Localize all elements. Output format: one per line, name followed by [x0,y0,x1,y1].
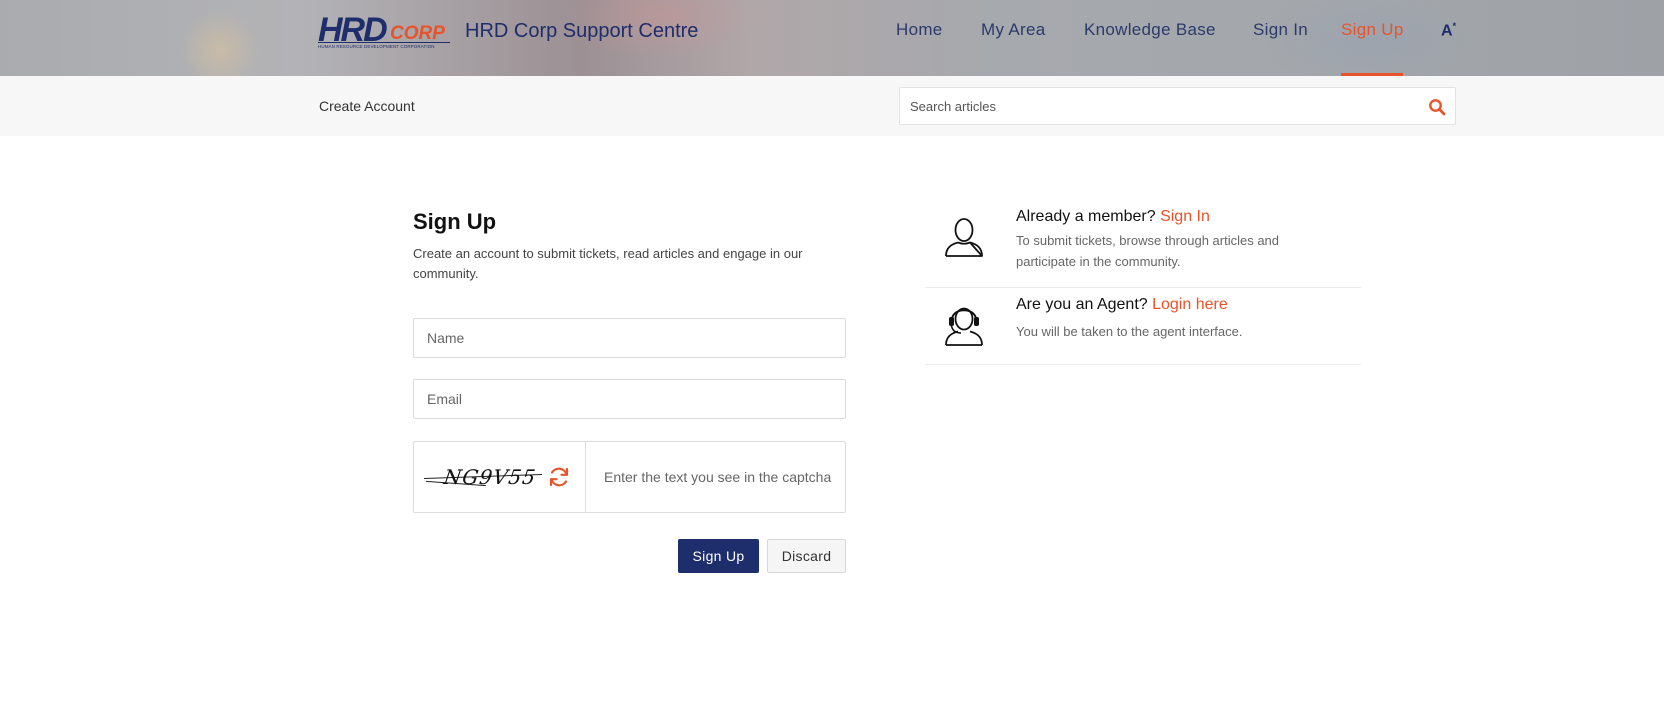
language-icon-letter: A [1441,22,1453,40]
sign-in-link[interactable]: Sign In [1160,208,1210,225]
agent-info-row: Are you an Agent? Login here You will be… [925,288,1361,365]
captcha-text: NG9V55 [442,465,538,489]
language-icon-mark: * [1452,21,1457,31]
nav-sign-up[interactable]: Sign Up [1341,20,1404,40]
logo-tagline: HUMAN RESOURCE DEVELOPMENT CORPORATION [318,44,435,49]
member-heading: Already a member? Sign In [1016,208,1210,226]
breadcrumb: Create Account [319,98,415,114]
member-heading-text: Already a member? [1016,208,1156,225]
header-background-decoration [180,10,260,76]
agent-description: You will be taken to the agent interface… [1016,324,1243,339]
language-icon[interactable]: A* [1441,21,1456,40]
subheader-bar: Create Account [0,76,1664,136]
logo-divider [318,42,450,43]
sign-up-button[interactable]: Sign Up [678,539,759,573]
nav-knowledge-base[interactable]: Knowledge Base [1084,20,1216,40]
discard-button[interactable]: Discard [767,539,846,573]
refresh-icon[interactable] [547,465,571,489]
email-field-wrapper [413,379,846,419]
captcha-box: NG9V55 [413,441,846,513]
site-title[interactable]: HRD Corp Support Centre [465,20,698,43]
nav-home[interactable]: Home [896,20,943,40]
search-input[interactable] [910,88,1410,124]
agent-heading-text: Are you an Agent? [1016,296,1148,313]
headset-agent-icon [945,307,983,346]
name-field-wrapper [413,318,846,358]
agent-heading: Are you an Agent? Login here [1016,296,1228,314]
nav-my-area[interactable]: My Area [981,20,1045,40]
member-info-row: Already a member? Sign In To submit tick… [925,198,1361,288]
user-icon [945,218,983,257]
agent-login-link[interactable]: Login here [1152,296,1228,313]
hrd-corp-logo[interactable]: HRD CORP HUMAN RESOURCE DEVELOPMENT CORP… [318,11,450,53]
captcha-input[interactable] [604,458,836,496]
member-description: To submit tickets, browse through articl… [1016,233,1280,269]
signup-title: Sign Up [413,209,497,234]
search-icon[interactable] [1428,98,1446,116]
search-box [899,87,1456,125]
name-field[interactable] [414,319,845,357]
nav-sign-in[interactable]: Sign In [1253,20,1308,40]
captcha-image: NG9V55 [422,462,547,492]
site-header: HRD CORP HUMAN RESOURCE DEVELOPMENT CORP… [0,0,1664,76]
signup-description: Create an account to submit tickets, rea… [413,246,803,281]
captcha-divider [585,442,586,512]
email-field[interactable] [414,380,845,418]
